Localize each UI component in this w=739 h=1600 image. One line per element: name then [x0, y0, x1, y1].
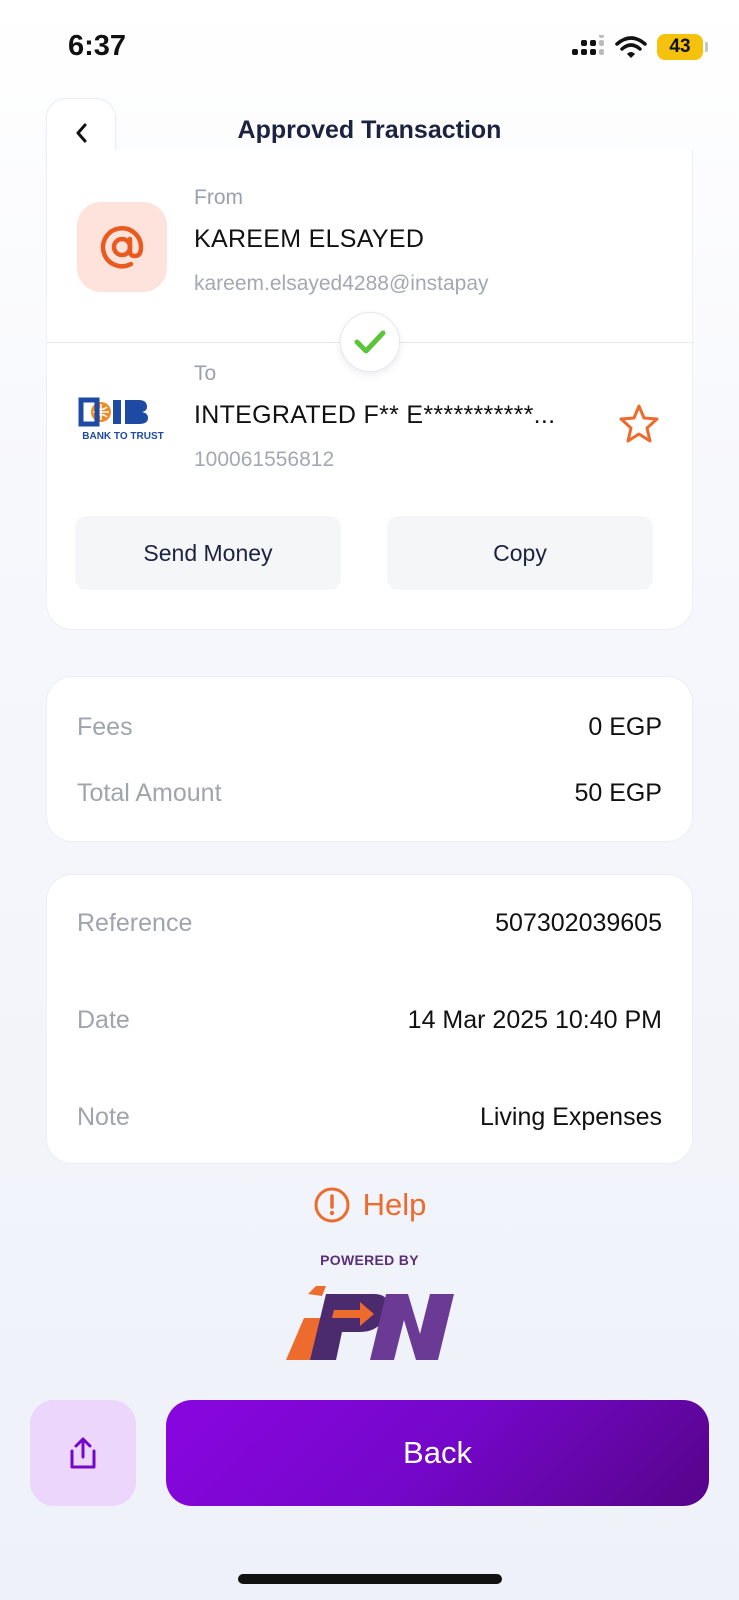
home-indicator [238, 1574, 502, 1584]
ipn-logo [286, 1286, 454, 1360]
wifi-icon [615, 36, 647, 58]
recipient-account: 100061556812 [194, 448, 335, 471]
powered-by-text: POWERED BY [320, 1252, 419, 1268]
check-icon [354, 330, 386, 354]
approved-check-badge [340, 312, 400, 372]
note-value: Living Expenses [479, 1103, 662, 1131]
note-label: Note [77, 1103, 130, 1131]
cib-bank-logo: BANK TO TRUST [77, 396, 169, 446]
back-button[interactable]: Back [166, 1400, 709, 1506]
help-link[interactable]: Help [0, 1186, 739, 1224]
sender-avatar [77, 202, 167, 292]
share-button[interactable] [30, 1400, 136, 1506]
fees-value: 0 EGP [588, 713, 662, 741]
favorite-star-icon[interactable] [617, 402, 661, 446]
details-card: Reference 507302039605 Date 14 Mar 2025 … [46, 874, 693, 1164]
recipient-name: INTEGRATED F** E***********... [194, 401, 556, 429]
fees-label: Fees [77, 713, 133, 741]
date-label: Date [77, 1006, 130, 1034]
date-value: 14 Mar 2025 10:40 PM [407, 1006, 662, 1034]
status-bar: 6:37 43 [0, 0, 739, 92]
page-title: Approved Transaction [237, 116, 502, 144]
sender-address: kareem.elsayed4288@instapay [194, 272, 489, 295]
from-label: From [194, 186, 243, 209]
total-amount-label: Total Amount [77, 779, 222, 807]
to-label: To [194, 362, 217, 385]
transfer-parties-card: From KAREEM ELSAYED kareem.elsayed4288@i… [46, 150, 694, 630]
sender-name: KAREEM ELSAYED [194, 225, 425, 253]
signal-icon [572, 35, 604, 55]
share-icon [70, 1437, 96, 1469]
reference-value: 507302039605 [495, 909, 662, 937]
help-label: Help [362, 1187, 427, 1222]
status-icons: 43 [571, 32, 708, 62]
amounts-card: Fees 0 EGP Total Amount 50 EGP [46, 676, 693, 842]
total-amount-value: 50 EGP [574, 779, 662, 807]
alert-circle-icon [314, 1187, 350, 1223]
status-time: 6:37 [68, 30, 127, 62]
send-money-button[interactable]: Send Money [75, 516, 341, 590]
reference-label: Reference [77, 909, 193, 937]
copy-button[interactable]: Copy [387, 516, 653, 590]
bank-tagline: BANK TO TRUST [82, 431, 163, 442]
at-sign-icon [100, 226, 144, 269]
battery-indicator: 43 [657, 34, 708, 60]
